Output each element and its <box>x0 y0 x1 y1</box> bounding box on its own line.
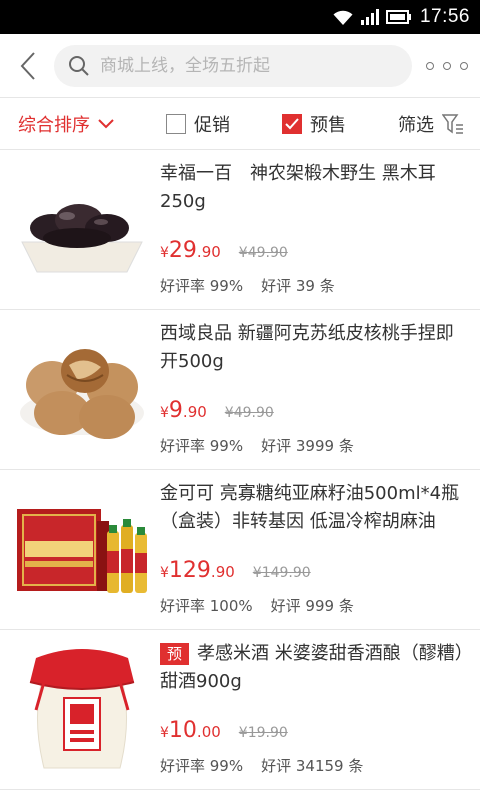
oil-gift-box-image[interactable] <box>12 480 152 620</box>
review-stats: 好评率 99% 好评 3999 条 <box>160 435 468 456</box>
battery-icon <box>385 10 411 24</box>
sale-price: ¥129.90 <box>160 558 235 583</box>
price-row: ¥129.90 ¥149.90 <box>160 558 468 583</box>
search-input[interactable] <box>100 55 398 76</box>
filter-button[interactable]: 筛选 <box>398 111 464 137</box>
back-button[interactable] <box>10 46 46 86</box>
product-info: 西域良品 新疆阿克苏纸皮核桃手捏即开500g ¥9.90 ¥49.90 好评率 … <box>152 320 468 469</box>
product-title[interactable]: 预孝感米酒 米婆婆甜香酒酿（醪糟）甜酒900g <box>160 640 468 704</box>
status-time: 17:56 <box>419 6 470 27</box>
sort-label: 综合排序 <box>18 114 90 136</box>
price-row: ¥10.00 ¥19.90 <box>160 718 468 743</box>
review-stats: 好评率 99% 好评 39 条 <box>160 275 468 296</box>
filter-bar: 综合排序 促销 预售 筛选 <box>0 98 480 150</box>
wifi-icon <box>333 10 353 25</box>
review-stats: 好评率 100% 好评 999 条 <box>160 595 468 616</box>
presale-tag: 预 <box>160 643 190 665</box>
black-fungus-image[interactable] <box>12 160 152 300</box>
presale-checkbox[interactable]: 预售 <box>282 111 346 137</box>
dot-icon <box>426 61 434 70</box>
sale-price: ¥10.00 <box>160 718 221 743</box>
product-list: 幸福一百 神农架椴木野生 黑木耳250g ¥29.90 ¥49.90 好评率 9… <box>0 150 480 790</box>
review-count: 好评 999 条 <box>270 597 354 615</box>
review-count: 好评 34159 条 <box>261 757 364 775</box>
product-info: 预孝感米酒 米婆婆甜香酒酿（醪糟）甜酒900g ¥10.00 ¥19.90 好评… <box>152 640 468 789</box>
checked-checkbox-icon <box>282 113 302 134</box>
status-icons <box>332 8 412 26</box>
price-row: ¥9.90 ¥49.90 <box>160 398 468 423</box>
product-info: 金可可 亮寡糖纯亚麻籽油500ml*4瓶（盒装）非转基因 低温冷榨胡麻油 ¥12… <box>152 480 468 629</box>
original-price: ¥49.90 <box>224 405 274 421</box>
positive-rate: 好评率 99% <box>160 437 244 455</box>
signal-icon <box>360 9 379 25</box>
product-item[interactable]: 金可可 亮寡糖纯亚麻籽油500ml*4瓶（盒装）非转基因 低温冷榨胡麻油 ¥12… <box>0 470 480 630</box>
original-price: ¥49.90 <box>238 245 288 261</box>
sale-price: ¥29.90 <box>160 238 221 263</box>
presale-label: 预售 <box>310 114 346 136</box>
status-bar: 17:56 <box>0 0 480 34</box>
product-info: 幸福一百 神农架椴木野生 黑木耳250g ¥29.90 ¥49.90 好评率 9… <box>152 160 468 309</box>
dot-icon <box>460 61 468 70</box>
back-arrow-icon <box>20 51 35 80</box>
sort-dropdown[interactable]: 综合排序 <box>18 111 114 137</box>
original-price: ¥149.90 <box>252 565 311 581</box>
product-title[interactable]: 幸福一百 神农架椴木野生 黑木耳250g <box>160 160 468 224</box>
sale-price: ¥9.90 <box>160 398 207 423</box>
promo-label: 促销 <box>194 114 230 136</box>
review-count: 好评 39 条 <box>261 277 335 295</box>
search-icon <box>69 55 89 76</box>
review-stats: 好评率 99% 好评 34159 条 <box>160 755 468 776</box>
positive-rate: 好评率 100% <box>160 597 253 615</box>
positive-rate: 好评率 99% <box>160 277 244 295</box>
more-options-button[interactable] <box>426 61 470 70</box>
checkbox-icon <box>166 113 186 134</box>
chevron-down-icon <box>98 118 114 128</box>
product-item[interactable]: 西域良品 新疆阿克苏纸皮核桃手捏即开500g ¥9.90 ¥49.90 好评率 … <box>0 310 480 470</box>
product-item[interactable]: 幸福一百 神农架椴木野生 黑木耳250g ¥29.90 ¥49.90 好评率 9… <box>0 150 480 310</box>
promo-checkbox[interactable]: 促销 <box>166 111 230 137</box>
product-title[interactable]: 西域良品 新疆阿克苏纸皮核桃手捏即开500g <box>160 320 468 384</box>
product-title[interactable]: 金可可 亮寡糖纯亚麻籽油500ml*4瓶（盒装）非转基因 低温冷榨胡麻油 <box>160 480 468 544</box>
funnel-icon <box>442 113 463 134</box>
rice-wine-jar-image[interactable] <box>12 640 152 780</box>
walnut-image[interactable] <box>12 320 152 460</box>
review-count: 好评 3999 条 <box>261 437 354 455</box>
original-price: ¥19.90 <box>238 725 288 741</box>
top-header <box>0 34 480 98</box>
filter-label: 筛选 <box>398 114 434 136</box>
product-item[interactable]: 预孝感米酒 米婆婆甜香酒酿（醪糟）甜酒900g ¥10.00 ¥19.90 好评… <box>0 630 480 790</box>
dot-icon <box>443 61 451 70</box>
search-bar[interactable] <box>54 44 412 87</box>
positive-rate: 好评率 99% <box>160 757 244 775</box>
price-row: ¥29.90 ¥49.90 <box>160 238 468 263</box>
